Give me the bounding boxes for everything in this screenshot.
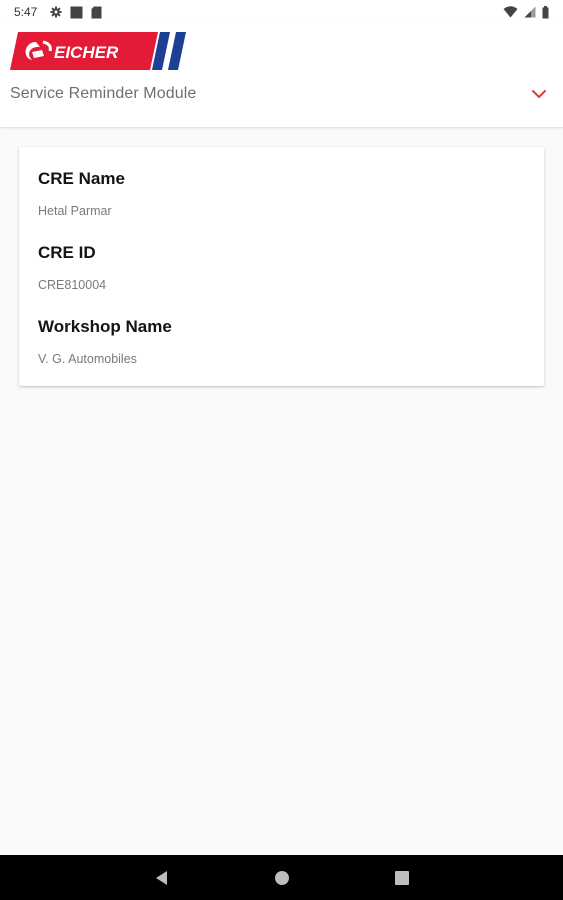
cre-name-value: Hetal Parmar [38, 204, 112, 218]
app-bar: EICHER Service Reminder Module [0, 24, 563, 128]
cre-name-label: CRE Name [38, 169, 125, 188]
status-right-icons [503, 5, 549, 19]
sd-card-icon [91, 6, 102, 18]
back-icon[interactable] [153, 869, 171, 887]
home-icon[interactable] [273, 869, 291, 887]
cre-id-label: CRE ID [38, 243, 96, 262]
cre-id-value: CRE810004 [38, 278, 107, 292]
cre-info-card: CRE Name Hetal Parmar CRE ID CRE810004 W… [19, 147, 544, 386]
recents-icon[interactable] [393, 869, 411, 887]
module-title: Service Reminder Module [10, 85, 197, 102]
status-time: 5:47 [14, 5, 38, 19]
settings-icon [50, 6, 62, 18]
notification-square-icon [70, 6, 83, 18]
chevron-down-icon[interactable] [529, 84, 549, 104]
eicher-logo: EICHER [10, 32, 186, 70]
workshop-name-value: V. G. Automobiles [38, 352, 137, 366]
logo-wordmark: EICHER [54, 43, 119, 62]
status-bar: 5:47 [0, 0, 563, 24]
status-left-icons [50, 5, 102, 19]
navigation-bar [0, 855, 563, 900]
cell-signal-icon [524, 6, 536, 18]
workshop-name-label: Workshop Name [38, 317, 172, 336]
battery-icon [542, 5, 549, 18]
wifi-icon [503, 6, 518, 18]
